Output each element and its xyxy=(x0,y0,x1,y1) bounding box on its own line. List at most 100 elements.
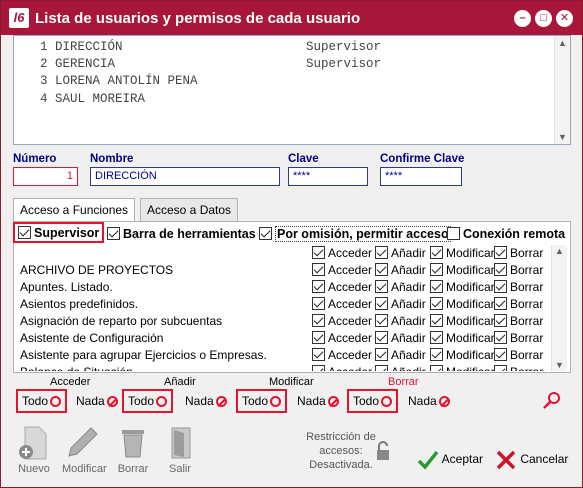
permission-borrar-checkbox[interactable]: Borrar xyxy=(494,296,543,311)
title-bar[interactable]: l6 Lista de usuarios y permisos de cada … xyxy=(1,1,582,35)
permission-anadir-checkbox[interactable]: Añadir xyxy=(375,279,426,294)
tab-acceso-datos[interactable]: Acceso a Datos xyxy=(140,198,239,222)
permission-acceder-checkbox[interactable]: Acceder xyxy=(312,296,372,311)
anadir-todo-button[interactable]: Todo xyxy=(122,389,174,413)
modificar-todo-button[interactable]: Todo xyxy=(236,389,288,413)
scroll-up-icon[interactable]: ▲ xyxy=(555,246,564,256)
confirme-clave-field[interactable]: **** xyxy=(380,167,462,186)
permission-column-label: Añadir xyxy=(391,365,426,371)
permission-modificar-checkbox[interactable]: Modificar xyxy=(430,296,495,311)
permission-row[interactable]: Balance de Situación Acceder Añadir Modific… xyxy=(17,364,551,371)
permission-anadir-checkbox[interactable]: Añadir xyxy=(375,364,426,371)
permission-acceder-checkbox[interactable]: Acceder xyxy=(312,364,372,371)
checkbox-icon xyxy=(494,297,507,311)
acceder-nada-button[interactable]: Nada xyxy=(76,394,118,408)
users-scrollbar[interactable]: ▲ ▼ xyxy=(554,36,570,144)
permission-borrar-checkbox[interactable]: Borrar xyxy=(494,262,543,277)
exit-door-icon xyxy=(171,427,191,459)
new-document-icon xyxy=(19,426,47,460)
permissions-scrollbar[interactable]: ▲ ▼ xyxy=(551,245,567,371)
permission-borrar-checkbox[interactable]: Borrar xyxy=(494,279,543,294)
borrar-button[interactable]: Borrar xyxy=(112,425,154,475)
nombre-field[interactable]: DIRECCIÓN xyxy=(90,167,280,186)
permission-row[interactable]: Asignación de reparto por subcuentas Acce… xyxy=(17,313,551,330)
permission-row[interactable]: Apuntes. Listado. Acceder Añadir Modificar B… xyxy=(17,279,551,296)
checkbox-icon xyxy=(312,246,325,260)
barra-herramientas-checkbox[interactable]: Barra de herramientas xyxy=(107,226,256,241)
permission-anadir-checkbox[interactable]: Añadir xyxy=(375,245,426,260)
anadir-nada-button[interactable]: Nada xyxy=(185,394,227,408)
permission-row[interactable]: Asistente para agrupar Ejercicios o Empr… xyxy=(17,347,551,364)
permission-row[interactable]: Asientos predefinidos. Acceder Añadir Modif… xyxy=(17,296,551,313)
checkbox-icon xyxy=(494,314,507,328)
scroll-down-icon[interactable]: ▼ xyxy=(555,360,564,370)
permission-borrar-checkbox[interactable]: Borrar xyxy=(494,245,543,260)
scroll-up-icon[interactable]: ▲ xyxy=(558,38,567,48)
permission-anadir-checkbox[interactable]: Añadir xyxy=(375,296,426,311)
permission-acceder-checkbox[interactable]: Acceder xyxy=(312,279,372,294)
acceder-todo-button[interactable]: Todo xyxy=(16,389,68,413)
user-role: Supervisor xyxy=(306,40,382,54)
checkbox-icon xyxy=(312,280,325,294)
permission-row[interactable]: ARCHIVO DE PROYECTOS Acceder Añadir Modific… xyxy=(17,262,551,279)
minimize-icon[interactable]: – xyxy=(514,10,531,27)
permission-modificar-checkbox[interactable]: Modificar xyxy=(430,279,495,294)
clave-field[interactable]: **** xyxy=(288,167,368,186)
checkbox-icon xyxy=(447,227,460,241)
permission-borrar-checkbox[interactable]: Borrar xyxy=(494,347,543,362)
users-list[interactable]: 1 DIRECCIÓN Supervisor 2 GERENCIA Superv… xyxy=(13,35,571,145)
checkbox-icon xyxy=(430,280,443,294)
aceptar-button[interactable]: Aceptar xyxy=(417,450,483,470)
salir-button[interactable]: Salir xyxy=(159,425,201,475)
permission-acceder-checkbox[interactable]: Acceder xyxy=(312,330,372,345)
borrar-todo-button[interactable]: Todo xyxy=(347,389,399,413)
permission-modificar-checkbox[interactable]: Modificar xyxy=(430,364,495,371)
permission-column-label: Añadir xyxy=(391,279,426,294)
modificar-nada-button[interactable]: Nada xyxy=(297,394,339,408)
permission-anadir-checkbox[interactable]: Añadir xyxy=(375,262,426,277)
permission-acceder-checkbox[interactable]: Acceder xyxy=(312,347,372,362)
permission-modificar-checkbox[interactable]: Modificar xyxy=(430,262,495,277)
user-row[interactable]: 1 DIRECCIÓN xyxy=(40,40,123,54)
permission-modificar-checkbox[interactable]: Modificar xyxy=(430,347,495,362)
permission-anadir-checkbox[interactable]: Añadir xyxy=(375,313,426,328)
user-row[interactable]: 2 GERENCIA xyxy=(40,57,115,71)
permission-anadir-checkbox[interactable]: Añadir xyxy=(375,330,426,345)
cancelar-button[interactable]: Cancelar xyxy=(495,450,568,470)
permission-modificar-checkbox[interactable]: Modificar xyxy=(430,330,495,345)
permission-column-label: Borrar xyxy=(510,262,544,277)
supervisor-checkbox[interactable]: Supervisor xyxy=(13,222,105,243)
nuevo-button[interactable]: Nuevo xyxy=(13,425,55,475)
close-icon[interactable]: ✕ xyxy=(556,10,573,27)
permission-borrar-checkbox[interactable]: Borrar xyxy=(494,313,543,328)
permission-modificar-checkbox[interactable]: Modificar xyxy=(430,245,495,260)
permission-acceder-checkbox[interactable]: Acceder xyxy=(312,262,372,277)
modificar-group-label: Modificar xyxy=(269,376,314,388)
permission-name: Apuntes. Listado. xyxy=(20,280,113,294)
user-row[interactable]: 3 LORENA ANTOLÍN PENA xyxy=(40,74,198,88)
permission-acceder-checkbox[interactable]: Acceder xyxy=(312,313,372,328)
permission-modificar-checkbox[interactable]: Modificar xyxy=(430,313,495,328)
permission-row[interactable]: Acceder Añadir Modificar Borrar xyxy=(17,245,551,262)
unlock-icon[interactable] xyxy=(375,441,391,464)
permission-column-label: Modificar xyxy=(446,279,495,294)
permission-name: Balance de Situación xyxy=(20,365,133,371)
permission-borrar-checkbox[interactable]: Borrar xyxy=(494,364,543,371)
maximize-icon[interactable]: □ xyxy=(535,10,552,27)
permission-anadir-checkbox[interactable]: Añadir xyxy=(375,347,426,362)
permission-borrar-checkbox[interactable]: Borrar xyxy=(494,330,543,345)
search-icon[interactable] xyxy=(541,390,561,413)
tab-acceso-funciones[interactable]: Acceso a Funciones xyxy=(13,198,136,223)
numero-field[interactable]: 1 xyxy=(13,167,78,186)
permission-acceder-checkbox[interactable]: Acceder xyxy=(312,245,372,260)
conexion-remota-checkbox[interactable]: Conexión remota xyxy=(447,226,565,241)
modificar-button[interactable]: Modificar xyxy=(62,425,107,475)
users-permissions-window: l6 Lista de usuarios y permisos de cada … xyxy=(0,0,583,488)
permissions-list[interactable]: Balance de Situación Acceder Añadir Modific… xyxy=(17,245,567,371)
scroll-down-icon[interactable]: ▼ xyxy=(558,132,567,142)
permission-row[interactable]: Asistente de Configuración Acceder Añadir M… xyxy=(17,330,551,347)
permission-column-label: Añadir xyxy=(391,347,426,362)
borrar-nada-button[interactable]: Nada xyxy=(408,394,450,408)
omision-permitir-checkbox[interactable]: Por omisión, permitir acceso xyxy=(259,225,451,242)
user-row[interactable]: 4 SAUL MOREIRA xyxy=(40,92,145,106)
